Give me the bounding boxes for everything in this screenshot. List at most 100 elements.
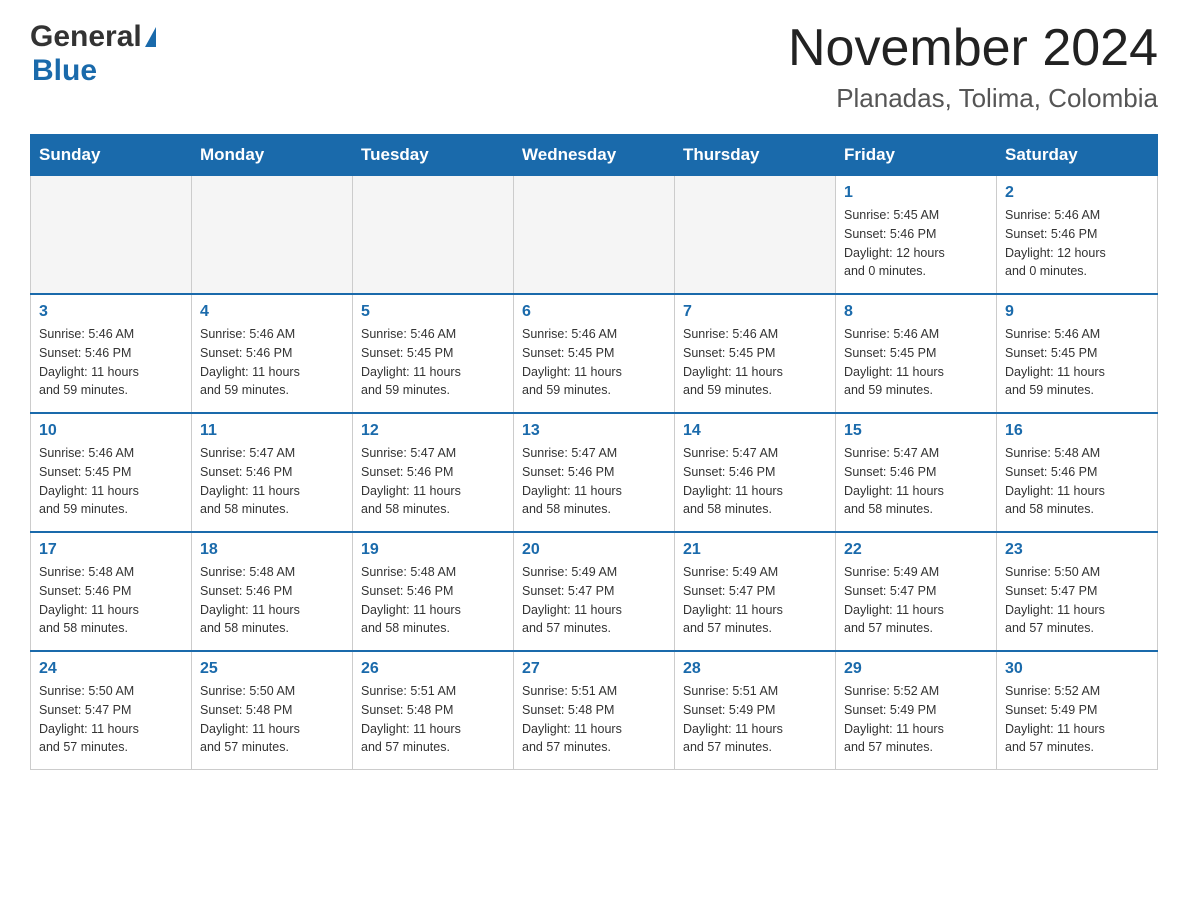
calendar-weekday-tuesday: Tuesday [353,135,514,176]
calendar-cell: 29 Sunrise: 5:52 AMSunset: 5:49 PMDayligh… [836,651,997,770]
day-info: Sunrise: 5:48 AMSunset: 5:46 PMDaylight:… [361,563,505,638]
calendar-week-row-1: 1 Sunrise: 5:45 AMSunset: 5:46 PMDaylight… [31,176,1158,295]
day-number: 24 [39,660,183,678]
day-info: Sunrise: 5:46 AMSunset: 5:45 PMDaylight:… [1005,325,1149,400]
calendar-cell: 22 Sunrise: 5:49 AMSunset: 5:47 PMDayligh… [836,532,997,651]
title-block: November 2024 Planadas, Tolima, Colombia [788,20,1158,114]
day-number: 10 [39,422,183,440]
calendar-cell: 21Sunrise: 5:49 AMSunset: 5:47 PMDayligh… [675,532,836,651]
calendar-cell: 18 Sunrise: 5:48 AMSunset: 5:46 PMDayligh… [192,532,353,651]
calendar-week-row-3: 10Sunrise: 5:46 AMSunset: 5:45 PMDayligh… [31,413,1158,532]
day-number: 15 [844,422,988,440]
day-info: Sunrise: 5:49 AMSunset: 5:47 PMDaylight:… [683,563,827,638]
calendar-cell: 9 Sunrise: 5:46 AMSunset: 5:45 PMDaylight… [997,294,1158,413]
calendar-cell: 28 Sunrise: 5:51 AMSunset: 5:49 PMDayligh… [675,651,836,770]
calendar-cell: 25 Sunrise: 5:50 AMSunset: 5:48 PMDayligh… [192,651,353,770]
day-info: Sunrise: 5:47 AMSunset: 5:46 PMDaylight:… [522,444,666,519]
calendar-cell: 11 Sunrise: 5:47 AMSunset: 5:46 PMDayligh… [192,413,353,532]
day-number: 28 [683,660,827,678]
calendar-cell [353,176,514,295]
day-info: Sunrise: 5:47 AMSunset: 5:46 PMDaylight:… [200,444,344,519]
day-info: Sunrise: 5:48 AMSunset: 5:46 PMDaylight:… [200,563,344,638]
day-info: Sunrise: 5:46 AMSunset: 5:45 PMDaylight:… [683,325,827,400]
page-title: November 2024 [788,20,1158,77]
calendar-cell: 19 Sunrise: 5:48 AMSunset: 5:46 PMDayligh… [353,532,514,651]
day-info: Sunrise: 5:51 AMSunset: 5:48 PMDaylight:… [361,682,505,757]
day-number: 25 [200,660,344,678]
day-info: Sunrise: 5:49 AMSunset: 5:47 PMDaylight:… [522,563,666,638]
logo-general: General [30,20,142,53]
calendar-cell: 3Sunrise: 5:46 AMSunset: 5:46 PMDaylight… [31,294,192,413]
logo: General Blue [30,20,156,88]
day-info: Sunrise: 5:52 AMSunset: 5:49 PMDaylight:… [844,682,988,757]
calendar-weekday-sunday: Sunday [31,135,192,176]
day-info: Sunrise: 5:48 AMSunset: 5:46 PMDaylight:… [1005,444,1149,519]
calendar-cell [31,176,192,295]
calendar-cell: 17Sunrise: 5:48 AMSunset: 5:46 PMDayligh… [31,532,192,651]
day-info: Sunrise: 5:45 AMSunset: 5:46 PMDaylight:… [844,206,988,281]
day-info: Sunrise: 5:46 AMSunset: 5:46 PMDaylight:… [39,325,183,400]
calendar-cell: 14 Sunrise: 5:47 AMSunset: 5:46 PMDayligh… [675,413,836,532]
day-info: Sunrise: 5:52 AMSunset: 5:49 PMDaylight:… [1005,682,1149,757]
logo-blue: Blue [32,54,97,87]
calendar-cell: 2 Sunrise: 5:46 AMSunset: 5:46 PMDaylight… [997,176,1158,295]
page-header: General Blue November 2024 Planadas, Tol… [30,20,1158,114]
day-info: Sunrise: 5:49 AMSunset: 5:47 PMDaylight:… [844,563,988,638]
calendar-cell: 8Sunrise: 5:46 AMSunset: 5:45 PMDaylight… [836,294,997,413]
day-number: 14 [683,422,827,440]
calendar-cell: 15 Sunrise: 5:47 AMSunset: 5:46 PMDayligh… [836,413,997,532]
day-number: 7 [683,303,827,321]
day-number: 29 [844,660,988,678]
day-number: 23 [1005,541,1149,559]
page-subtitle: Planadas, Tolima, Colombia [788,83,1158,114]
day-number: 22 [844,541,988,559]
day-number: 27 [522,660,666,678]
day-info: Sunrise: 5:46 AMSunset: 5:45 PMDaylight:… [361,325,505,400]
day-info: Sunrise: 5:50 AMSunset: 5:48 PMDaylight:… [200,682,344,757]
calendar-cell: 5Sunrise: 5:46 AMSunset: 5:45 PMDaylight… [353,294,514,413]
calendar-cell: 30 Sunrise: 5:52 AMSunset: 5:49 PMDayligh… [997,651,1158,770]
day-number: 4 [200,303,344,321]
calendar-cell: 12 Sunrise: 5:47 AMSunset: 5:46 PMDayligh… [353,413,514,532]
day-info: Sunrise: 5:51 AMSunset: 5:49 PMDaylight:… [683,682,827,757]
day-info: Sunrise: 5:47 AMSunset: 5:46 PMDaylight:… [683,444,827,519]
calendar-weekday-monday: Monday [192,135,353,176]
day-info: Sunrise: 5:50 AMSunset: 5:47 PMDaylight:… [1005,563,1149,638]
calendar-weekday-friday: Friday [836,135,997,176]
day-info: Sunrise: 5:51 AMSunset: 5:48 PMDaylight:… [522,682,666,757]
day-info: Sunrise: 5:50 AMSunset: 5:47 PMDaylight:… [39,682,183,757]
day-number: 2 [1005,184,1149,202]
day-info: Sunrise: 5:46 AMSunset: 5:46 PMDaylight:… [200,325,344,400]
calendar-week-row-4: 17Sunrise: 5:48 AMSunset: 5:46 PMDayligh… [31,532,1158,651]
day-info: Sunrise: 5:48 AMSunset: 5:46 PMDaylight:… [39,563,183,638]
calendar-cell [192,176,353,295]
calendar-cell: 23 Sunrise: 5:50 AMSunset: 5:47 PMDayligh… [997,532,1158,651]
day-number: 9 [1005,303,1149,321]
calendar-cell: 24 Sunrise: 5:50 AMSunset: 5:47 PMDayligh… [31,651,192,770]
day-number: 13 [522,422,666,440]
day-number: 8 [844,303,988,321]
day-number: 20 [522,541,666,559]
day-number: 11 [200,422,344,440]
calendar-weekday-thursday: Thursday [675,135,836,176]
day-info: Sunrise: 5:47 AMSunset: 5:46 PMDaylight:… [844,444,988,519]
calendar-cell: 26Sunrise: 5:51 AMSunset: 5:48 PMDayligh… [353,651,514,770]
calendar: SundayMondayTuesdayWednesdayThursdayFrid… [30,134,1158,770]
day-info: Sunrise: 5:46 AMSunset: 5:46 PMDaylight:… [1005,206,1149,281]
calendar-cell: 1 Sunrise: 5:45 AMSunset: 5:46 PMDaylight… [836,176,997,295]
calendar-cell: 7 Sunrise: 5:46 AMSunset: 5:45 PMDaylight… [675,294,836,413]
day-number: 12 [361,422,505,440]
day-info: Sunrise: 5:47 AMSunset: 5:46 PMDaylight:… [361,444,505,519]
logo-triangle [145,27,156,47]
day-number: 18 [200,541,344,559]
calendar-weekday-saturday: Saturday [997,135,1158,176]
calendar-cell: 6Sunrise: 5:46 AMSunset: 5:45 PMDaylight… [514,294,675,413]
day-number: 1 [844,184,988,202]
calendar-cell: 20 Sunrise: 5:49 AMSunset: 5:47 PMDayligh… [514,532,675,651]
day-number: 16 [1005,422,1149,440]
calendar-header-row: SundayMondayTuesdayWednesdayThursdayFrid… [31,135,1158,176]
calendar-week-row-2: 3Sunrise: 5:46 AMSunset: 5:46 PMDaylight… [31,294,1158,413]
day-number: 19 [361,541,505,559]
calendar-cell: 13 Sunrise: 5:47 AMSunset: 5:46 PMDayligh… [514,413,675,532]
day-number: 30 [1005,660,1149,678]
